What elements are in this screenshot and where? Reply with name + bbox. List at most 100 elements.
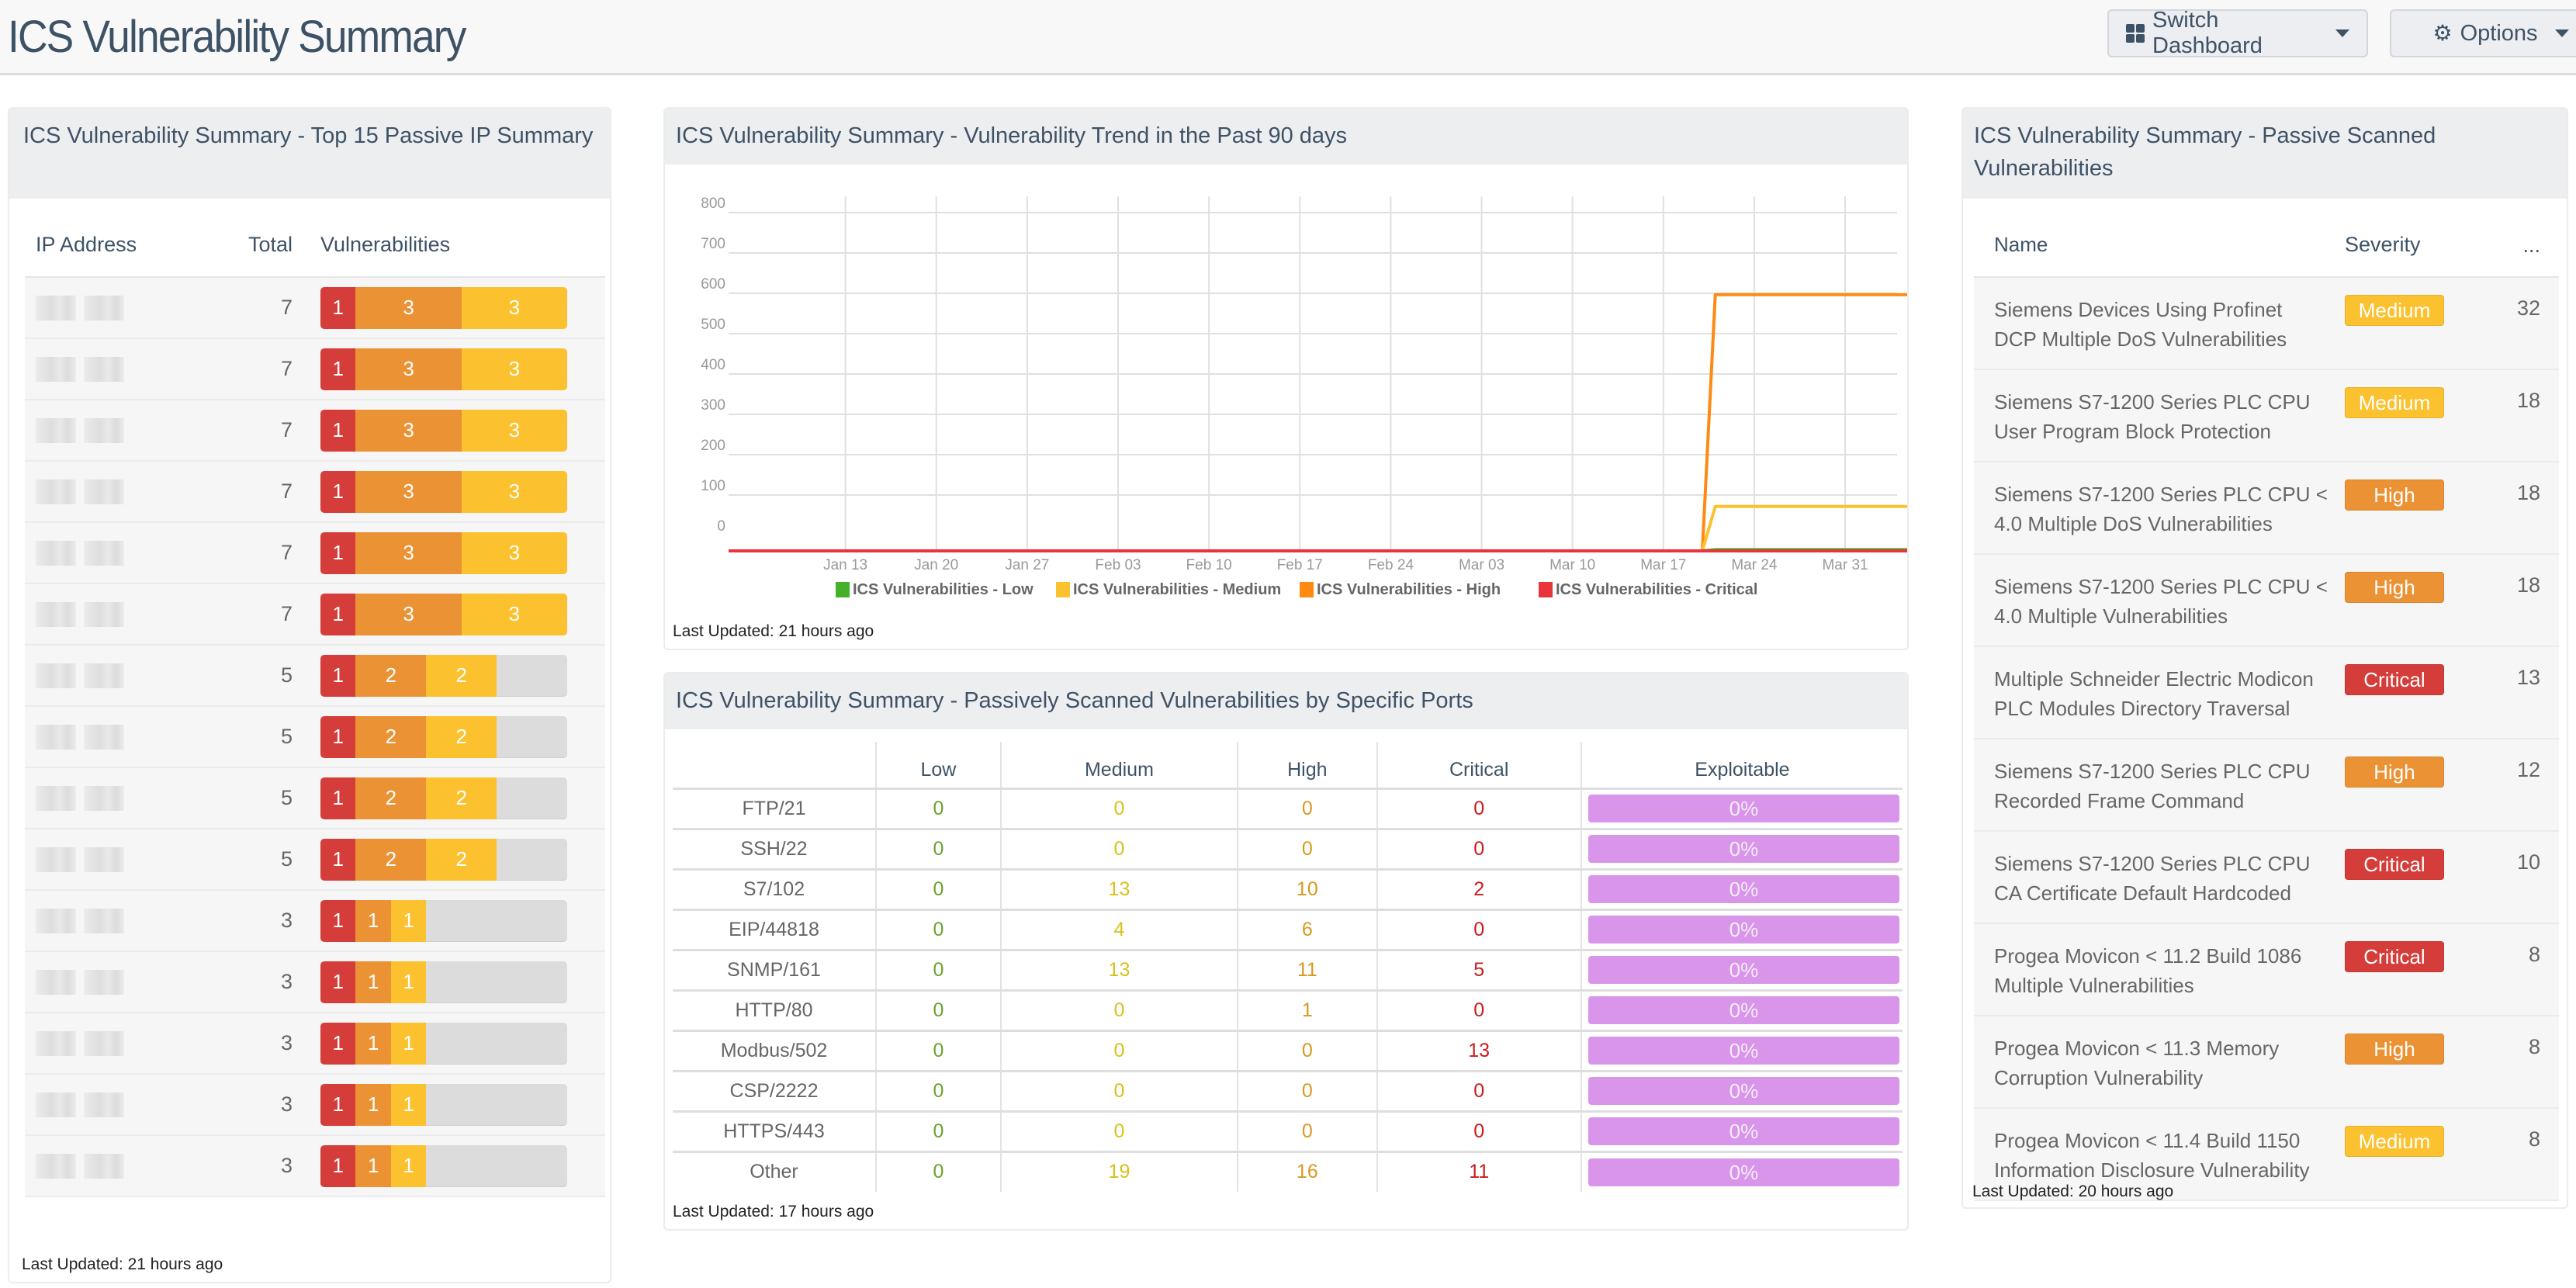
- high-segment[interactable]: 2: [355, 715, 427, 758]
- exploitable-bar[interactable]: 0%: [1587, 956, 1899, 984]
- vulnerability-bar[interactable]: 133: [320, 531, 567, 574]
- medium-segment[interactable]: 3: [461, 286, 567, 329]
- table-row[interactable]: Siemens S7-1200 Series PLC CPU Recorded …: [1974, 739, 2559, 832]
- critical-count[interactable]: 0: [1376, 829, 1581, 871]
- column-header-medium[interactable]: Medium: [999, 742, 1238, 790]
- table-row[interactable]: 3 111: [25, 1136, 605, 1197]
- vulnerability-name[interactable]: Siemens S7-1200 Series PLC CPU User Prog…: [1974, 387, 2345, 446]
- high-segment[interactable]: 1: [355, 899, 391, 942]
- critical-segment[interactable]: 1: [320, 1144, 356, 1187]
- ip-address-cell[interactable]: [25, 785, 237, 811]
- high-segment[interactable]: 1: [355, 1022, 391, 1065]
- high-segment[interactable]: 3: [355, 409, 462, 452]
- table-row[interactable]: Siemens S7-1200 Series PLC CPU CA Certif…: [1974, 832, 2559, 924]
- vulnerability-name[interactable]: Progea Movicon < 11.2 Build 1086 Multipl…: [1974, 941, 2345, 1000]
- high-segment[interactable]: 3: [355, 348, 462, 390]
- column-header-low[interactable]: Low: [875, 742, 1001, 790]
- critical-segment[interactable]: 1: [320, 777, 356, 819]
- medium-segment[interactable]: 3: [461, 348, 567, 390]
- critical-segment[interactable]: 1: [320, 654, 356, 697]
- critical-segment[interactable]: 1: [320, 715, 356, 758]
- vulnerability-bar[interactable]: 122: [320, 777, 567, 819]
- exploitable-bar[interactable]: 0%: [1587, 916, 1899, 943]
- exploitable-bar[interactable]: 0%: [1587, 1158, 1899, 1186]
- critical-count[interactable]: 2: [1376, 869, 1581, 911]
- column-header-high[interactable]: High: [1237, 742, 1377, 790]
- vulnerability-name[interactable]: Progea Movicon < 11.4 Build 1150 Informa…: [1974, 1126, 2345, 1185]
- critical-count[interactable]: 0: [1376, 1071, 1581, 1113]
- medium-segment[interactable]: 1: [390, 899, 427, 942]
- vulnerability-name[interactable]: Progea Movicon < 11.3 Memory Corruption …: [1974, 1034, 2345, 1092]
- low-count[interactable]: 0: [875, 990, 1001, 1032]
- ip-address-cell[interactable]: [25, 847, 237, 872]
- medium-segment[interactable]: 2: [426, 838, 497, 881]
- exploitable-bar[interactable]: 0%: [1587, 996, 1899, 1024]
- medium-count[interactable]: 0: [999, 1071, 1238, 1113]
- vulnerability-bar[interactable]: 133: [320, 470, 567, 513]
- high-count[interactable]: 0: [1237, 1071, 1377, 1113]
- medium-segment[interactable]: 2: [426, 715, 497, 758]
- critical-segment[interactable]: 1: [320, 593, 356, 635]
- ip-address-cell[interactable]: [25, 908, 237, 933]
- legend-label[interactable]: ICS Vulnerabilities - Critical: [1556, 581, 1757, 598]
- ip-address-cell[interactable]: [25, 969, 237, 995]
- table-row[interactable]: Siemens S7-1200 Series PLC CPU User Prog…: [1974, 370, 2559, 462]
- low-count[interactable]: 0: [875, 869, 1001, 911]
- table-row[interactable]: Siemens S7-1200 Series PLC CPU < 4.0 Mul…: [1974, 555, 2559, 647]
- critical-segment[interactable]: 1: [320, 1083, 356, 1126]
- critical-count[interactable]: 13: [1376, 1030, 1581, 1072]
- critical-count[interactable]: 0: [1376, 909, 1581, 951]
- ip-address-cell[interactable]: [25, 724, 237, 750]
- table-row[interactable]: 5122: [25, 768, 605, 829]
- high-segment[interactable]: 2: [355, 838, 427, 881]
- vulnerability-bar[interactable]: 122: [320, 654, 567, 697]
- table-row[interactable]: Multiple Schneider Electric Modicon PLC …: [1974, 647, 2559, 739]
- exploitable-bar[interactable]: 0%: [1587, 1037, 1899, 1065]
- critical-segment[interactable]: 1: [320, 409, 356, 452]
- ip-address-cell[interactable]: [25, 601, 237, 627]
- vulnerability-name[interactable]: Multiple Schneider Electric Modicon PLC …: [1974, 664, 2345, 723]
- table-row[interactable]: 7133: [25, 462, 605, 523]
- table-row[interactable]: 5122: [25, 707, 605, 768]
- table-row[interactable]: 3 111: [25, 1075, 605, 1136]
- column-header-total[interactable]: Total: [237, 233, 320, 257]
- high-segment[interactable]: 1: [355, 961, 391, 1003]
- table-row[interactable]: 5122: [25, 646, 605, 707]
- low-count[interactable]: 0: [875, 1030, 1001, 1072]
- critical-count[interactable]: 0: [1376, 1111, 1581, 1153]
- medium-segment[interactable]: 3: [461, 409, 567, 452]
- vulnerability-name[interactable]: Siemens S7-1200 Series PLC CPU Recorded …: [1974, 757, 2345, 815]
- high-segment[interactable]: 3: [355, 470, 462, 513]
- table-row[interactable]: Progea Movicon < 11.3 Memory Corruption …: [1974, 1016, 2559, 1109]
- critical-count[interactable]: 0: [1376, 990, 1581, 1032]
- medium-segment[interactable]: 3: [461, 593, 567, 635]
- vulnerability-name[interactable]: Siemens S7-1200 Series PLC CPU CA Certif…: [1974, 849, 2345, 908]
- critical-segment[interactable]: 1: [320, 838, 356, 881]
- options-button[interactable]: ⚙ Options: [2390, 9, 2576, 57]
- high-count[interactable]: 16: [1237, 1151, 1377, 1192]
- vulnerability-name[interactable]: Siemens S7-1200 Series PLC CPU < 4.0 Mul…: [1974, 572, 2345, 631]
- medium-count[interactable]: 0: [999, 1030, 1238, 1072]
- exploitable-bar[interactable]: 0%: [1587, 795, 1899, 822]
- column-header-critical[interactable]: Critical: [1376, 742, 1581, 790]
- high-count[interactable]: 10: [1237, 869, 1377, 911]
- vulnerability-bar[interactable]: 111: [320, 1083, 567, 1126]
- low-count[interactable]: 0: [875, 1111, 1001, 1153]
- legend-label[interactable]: ICS Vulnerabilities - Medium: [1073, 581, 1281, 598]
- high-count[interactable]: 6: [1237, 909, 1377, 951]
- high-count[interactable]: 11: [1237, 950, 1377, 992]
- ip-address-cell[interactable]: [25, 1030, 237, 1056]
- legend-label[interactable]: ICS Vulnerabilities - Low: [853, 581, 1034, 598]
- high-count[interactable]: 0: [1237, 788, 1377, 830]
- exploitable-bar[interactable]: 0%: [1587, 875, 1899, 903]
- medium-count[interactable]: 13: [999, 869, 1238, 911]
- vulnerability-name[interactable]: Siemens Devices Using Profinet DCP Multi…: [1974, 295, 2345, 354]
- critical-segment[interactable]: 1: [320, 1022, 356, 1065]
- high-count[interactable]: 0: [1237, 1030, 1377, 1072]
- high-count[interactable]: 0: [1237, 829, 1377, 871]
- low-count[interactable]: 0: [875, 788, 1001, 830]
- medium-count[interactable]: 19: [999, 1151, 1238, 1192]
- vulnerability-bar[interactable]: 122: [320, 715, 567, 758]
- low-count[interactable]: 0: [875, 950, 1001, 992]
- medium-count[interactable]: 0: [999, 829, 1238, 871]
